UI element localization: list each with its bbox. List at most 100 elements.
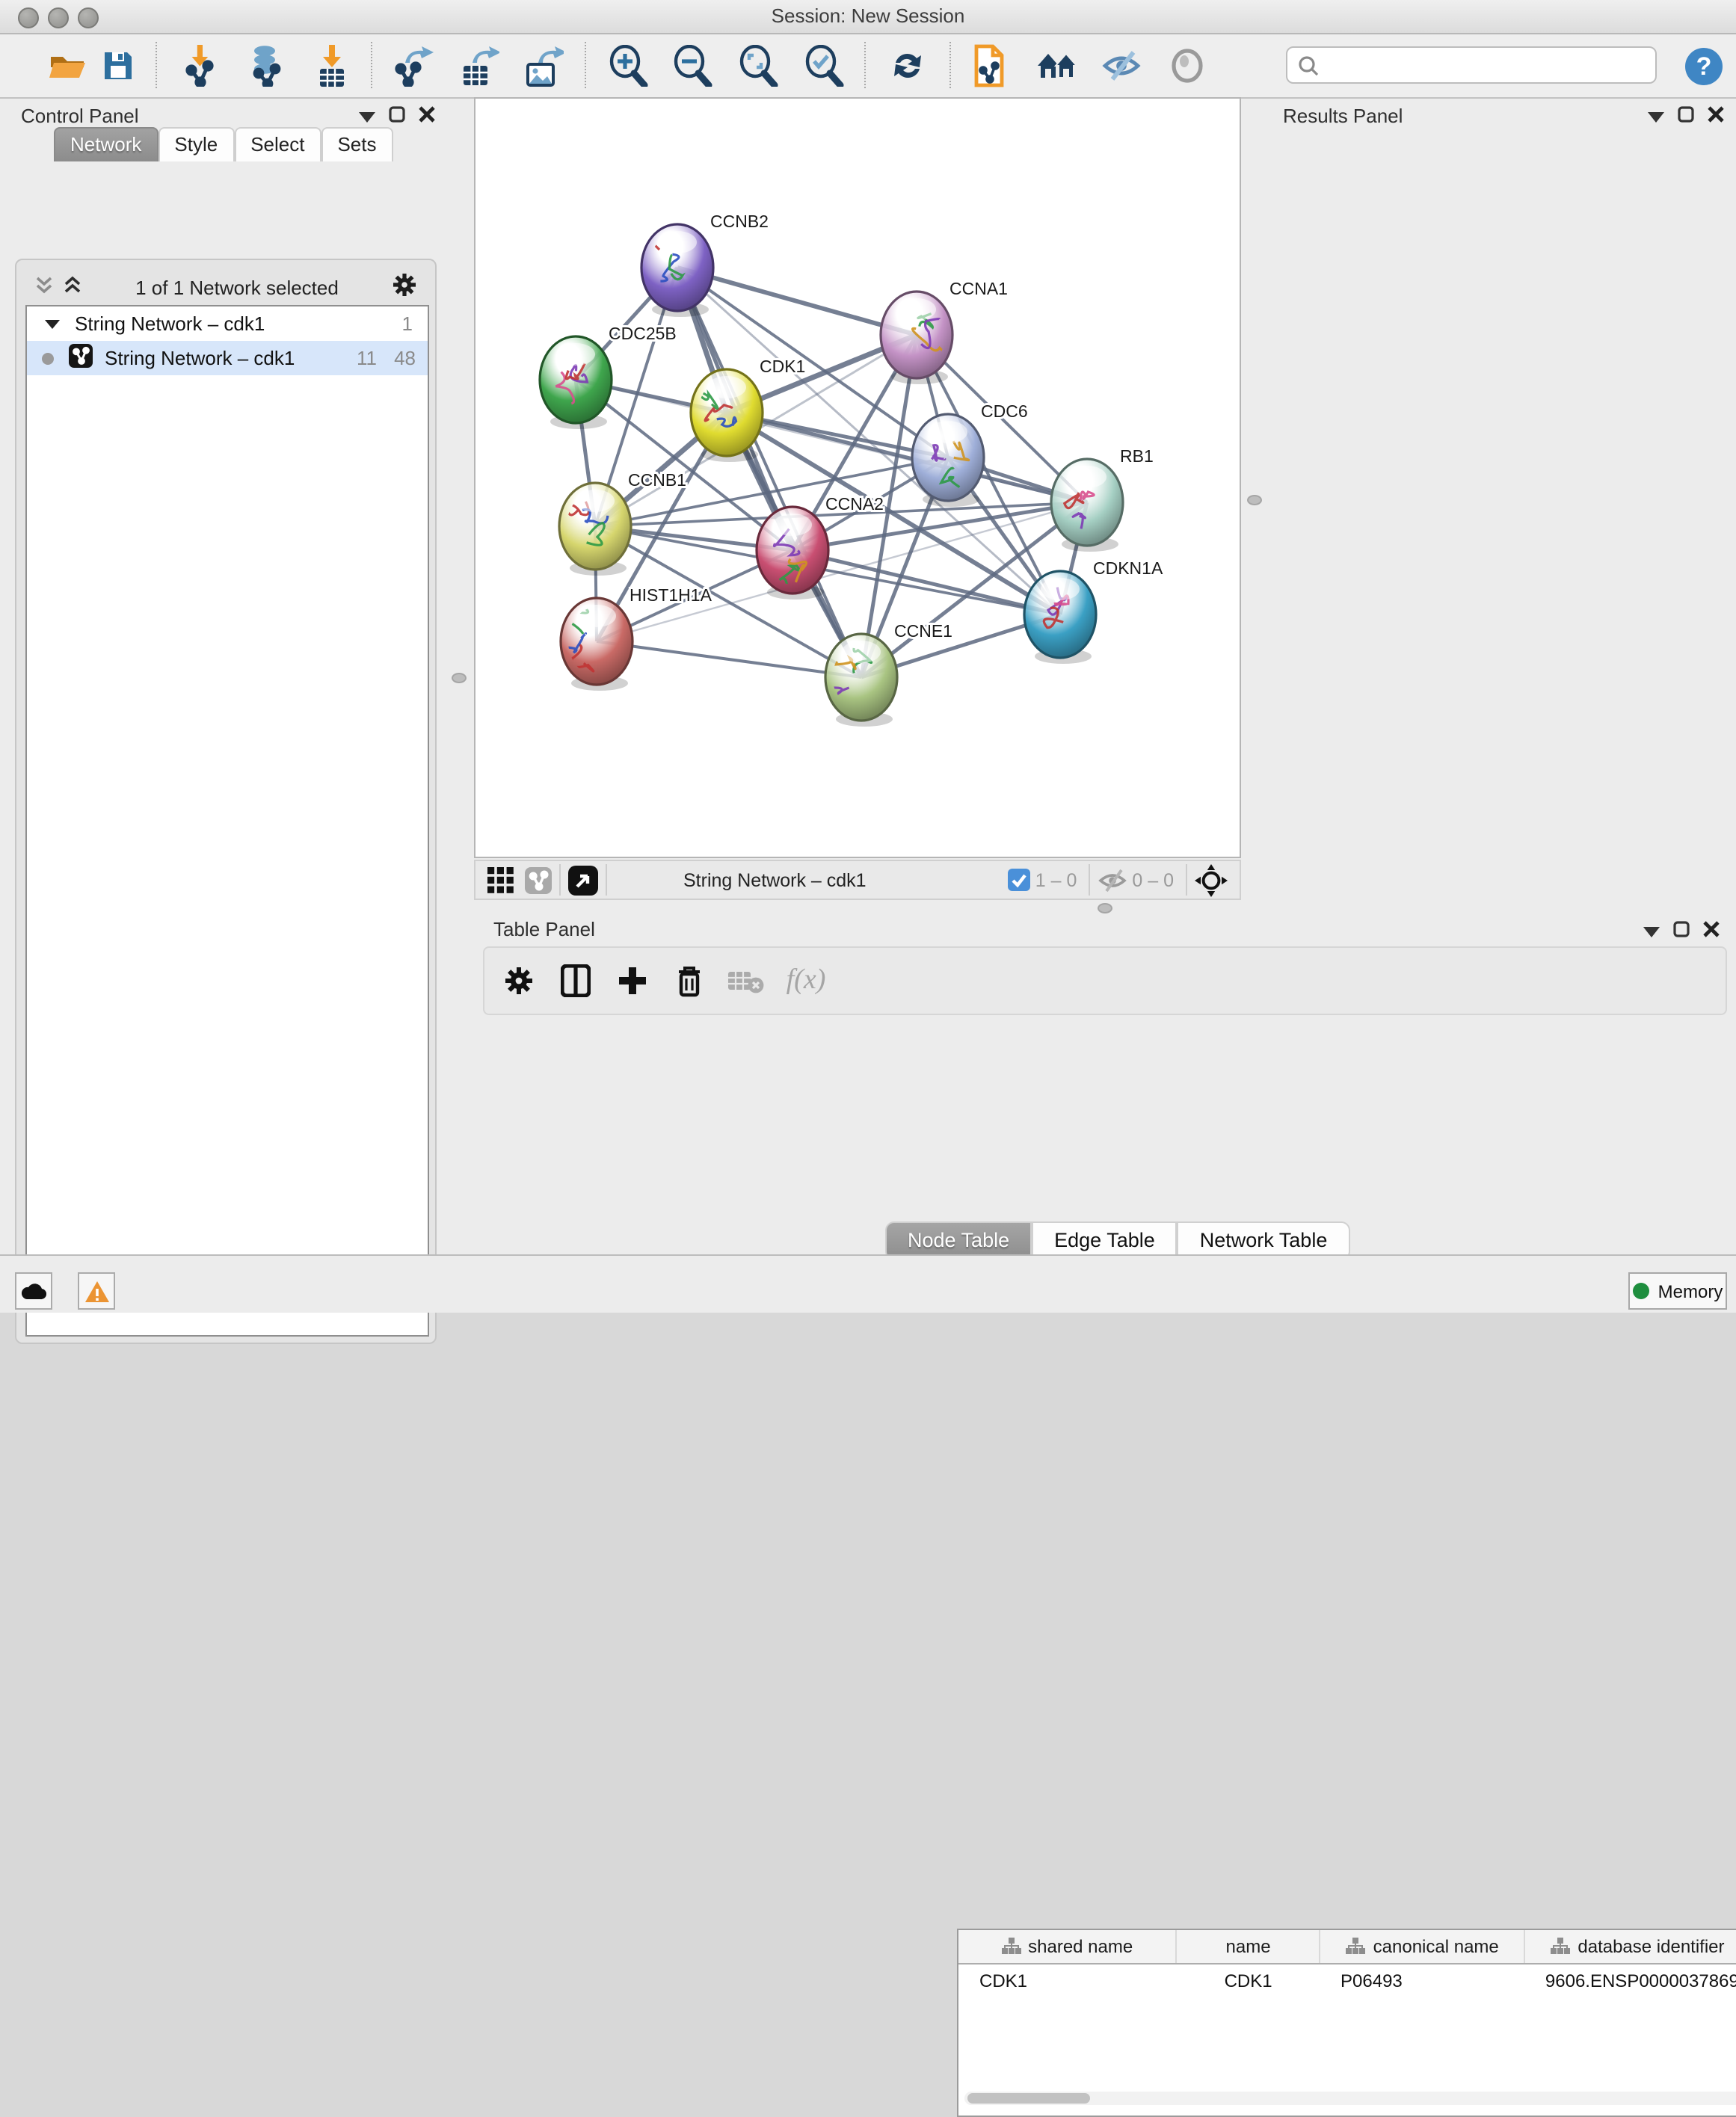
birdseye-view-icon[interactable]: [568, 865, 598, 895]
export-network-button[interactable]: [389, 40, 440, 91]
delete-table-icon: [728, 967, 764, 994]
cell-shared-name: CDK1: [958, 1965, 1177, 1997]
tab-sets[interactable]: Sets: [321, 127, 393, 161]
memory-status-dot: [1633, 1283, 1649, 1299]
network-row-selected[interactable]: String Network – cdk1 11 48: [27, 341, 428, 375]
panel-float-icon[interactable]: [389, 103, 405, 130]
toolbar-separator: [864, 42, 866, 88]
tab-select[interactable]: Select: [234, 127, 321, 161]
hide-selected-button[interactable]: [1096, 40, 1147, 91]
import-table-button[interactable]: [307, 40, 357, 91]
search-input[interactable]: [1286, 46, 1657, 84]
zoom-in-button[interactable]: [603, 40, 653, 91]
tree-expand-icon[interactable]: [45, 312, 60, 335]
scrollbar-thumb[interactable]: [967, 2093, 1090, 2104]
network-node-CDC6[interactable]: CDC6: [912, 401, 1028, 507]
show-columns-button[interactable]: [550, 955, 601, 1006]
database-icon: [245, 45, 287, 87]
warning-button[interactable]: [78, 1272, 115, 1310]
panel-float-icon[interactable]: [1673, 918, 1690, 945]
toolbar-separator: [559, 864, 561, 896]
memory-button[interactable]: Memory: [1628, 1272, 1727, 1310]
network-node-RB1[interactable]: RB1: [1051, 446, 1154, 552]
gear-icon[interactable]: [392, 272, 417, 302]
network-list: String Network – cdk1 1 String Network –…: [25, 305, 429, 1337]
horizontal-scrollbar[interactable]: [964, 2092, 1736, 2105]
toolbar-separator: [1089, 864, 1090, 896]
zoom-selected-icon: [803, 45, 845, 87]
cloud-button[interactable]: [15, 1272, 52, 1310]
houses-icon: [1035, 48, 1080, 84]
left-splitter-handle[interactable]: [452, 673, 467, 683]
panel-menu-icon[interactable]: [1643, 918, 1660, 945]
column-header-database-identifier[interactable]: database identifier: [1526, 1930, 1736, 1963]
network-view-toolbar: String Network – cdk1 1 – 0 0 – 0: [474, 860, 1241, 900]
selected-checkbox-icon[interactable]: [1009, 869, 1031, 891]
save-session-button[interactable]: [93, 40, 144, 91]
column-header-shared-name[interactable]: shared name: [958, 1930, 1177, 1963]
show-all-button[interactable]: [1162, 40, 1213, 91]
network-share-icon[interactable]: [525, 866, 552, 893]
network-node-CCNB2[interactable]: CCNB2: [641, 212, 769, 317]
export-image-icon: [522, 45, 564, 87]
network-collection-row[interactable]: String Network – cdk1 1: [27, 306, 428, 341]
zoom-selected-button[interactable]: [798, 40, 849, 91]
open-folder-icon: [46, 48, 88, 84]
vertical-splitter-handle[interactable]: [1247, 495, 1262, 505]
panel-close-icon[interactable]: [1703, 918, 1720, 945]
panel-float-icon[interactable]: [1678, 103, 1694, 130]
network-node-CDKN1A[interactable]: CDKN1A: [1024, 558, 1163, 664]
table-toolbar: f(x): [483, 946, 1727, 1015]
open-network-file-button[interactable]: [964, 40, 1015, 91]
network-node-CDC25B[interactable]: CDC25B: [540, 324, 677, 429]
panel-menu-icon[interactable]: [1648, 103, 1664, 130]
import-network-file-button[interactable]: [176, 40, 227, 91]
panel-close-icon[interactable]: [1708, 103, 1724, 130]
node-count: 11: [347, 347, 377, 369]
crosshair-icon[interactable]: [1195, 863, 1228, 896]
export-table-button[interactable]: [453, 40, 504, 91]
refresh-button[interactable]: [882, 40, 933, 91]
hidden-eye-icon[interactable]: [1098, 868, 1127, 892]
node-label-CDC6: CDC6: [981, 401, 1028, 421]
table-row[interactable]: CDK1 CDK1 P06493 9606.ENSP00000378699 cy…: [958, 1965, 1736, 1997]
node-table[interactable]: shared name name canonical name database…: [957, 1929, 1736, 2117]
toolbar-separator: [1186, 864, 1187, 896]
results-panel-title: Results Panel: [1283, 105, 1403, 127]
network-collection-label: String Network – cdk1: [75, 312, 265, 335]
zoom-fit-button[interactable]: [733, 40, 784, 91]
help-button[interactable]: ?: [1678, 40, 1729, 91]
table-settings-button[interactable]: [493, 955, 544, 1006]
column-header-name[interactable]: name: [1177, 1930, 1320, 1963]
add-column-button[interactable]: [607, 955, 658, 1006]
cell-name: CDK1: [1177, 1965, 1320, 1997]
column-header-canonical-name[interactable]: canonical name: [1321, 1930, 1526, 1963]
table-header-row: shared name name canonical name database…: [958, 1930, 1736, 1965]
home-button[interactable]: [1032, 40, 1083, 91]
node-label-CCNE1: CCNE1: [894, 621, 952, 641]
network-node-CCNA1[interactable]: CCNA1: [881, 279, 1008, 384]
open-session-button[interactable]: [42, 40, 93, 91]
panel-close-icon[interactable]: [419, 103, 435, 130]
network-edge[interactable]: [597, 641, 861, 677]
network-node-HIST1H1A[interactable]: HIST1H1A: [561, 585, 712, 691]
import-network-database-button[interactable]: [241, 40, 292, 91]
delete-column-button[interactable]: [664, 955, 715, 1006]
expand-all-tree-icon[interactable]: [34, 275, 54, 299]
selected-node-edge-counts: 1 – 0: [1035, 869, 1077, 890]
zoom-out-button[interactable]: [667, 40, 718, 91]
tab-network[interactable]: Network: [54, 127, 158, 161]
node-label-CDK1: CDK1: [760, 357, 805, 376]
warning-icon: [83, 1279, 110, 1303]
hierarchy-icon: [1001, 1938, 1021, 1956]
grid-view-icon[interactable]: [487, 866, 514, 893]
panel-menu-icon[interactable]: [359, 103, 375, 130]
network-node-CDK1[interactable]: CDK1: [691, 357, 805, 462]
toolbar-separator: [371, 42, 372, 88]
delete-table-button-disabled: [721, 955, 772, 1006]
network-canvas[interactable]: CCNB2 CCNA1 CDC25B CDK1 CDC6: [474, 97, 1241, 858]
tab-style[interactable]: Style: [158, 127, 234, 161]
export-image-button[interactable]: [517, 40, 568, 91]
collapse-all-tree-icon[interactable]: [63, 275, 82, 299]
network-edge[interactable]: [677, 268, 861, 677]
